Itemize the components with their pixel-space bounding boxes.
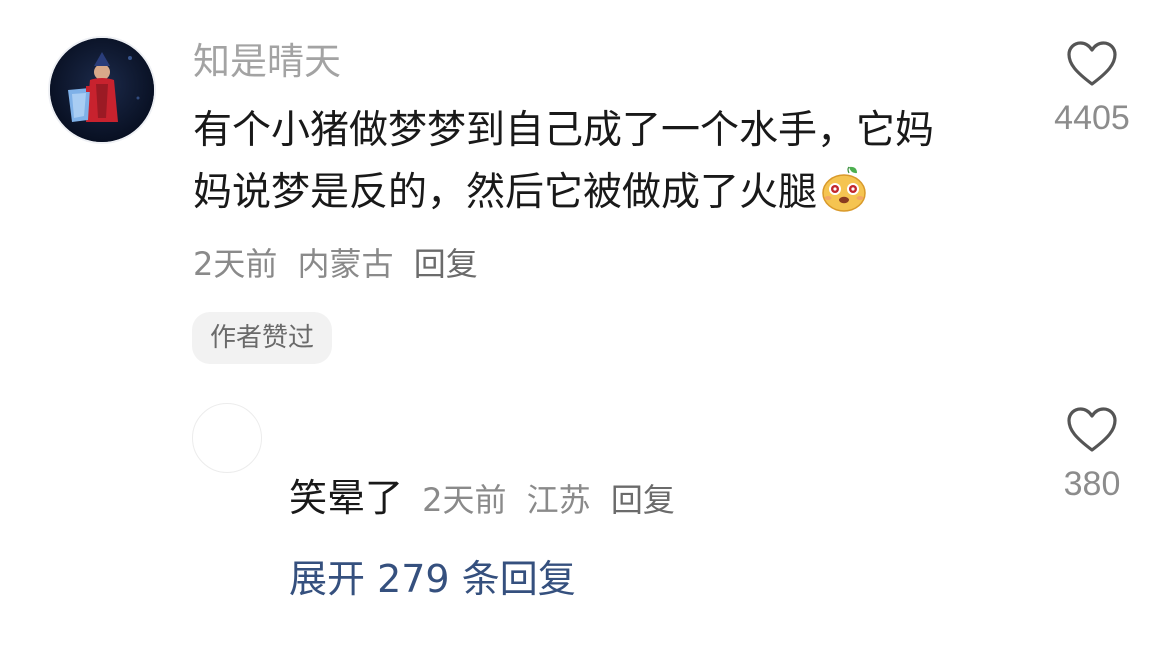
reply-text: 笑晕了 — [289, 476, 404, 520]
avatar-photo — [50, 38, 154, 142]
reply-avatar[interactable] — [192, 403, 262, 473]
comment-text-line-1: 有个小猪做梦梦到自己成了一个水手，它妈 — [193, 108, 935, 153]
comment-location: 内蒙古 — [297, 245, 394, 283]
comment-reply-button[interactable]: 回复 — [414, 245, 478, 283]
commenter-avatar[interactable] — [50, 38, 154, 142]
commenter-username[interactable]: 知是晴天 — [193, 38, 341, 86]
reply-location: 江苏 — [526, 481, 591, 519]
reply-meta: 2天前 江苏 回复 — [422, 481, 675, 519]
reply-row[interactable]: 笑晕了 2天前 江苏 回复 — [289, 472, 675, 532]
reply-reply-button[interactable]: 回复 — [611, 481, 675, 519]
heart-outline-icon[interactable] — [1066, 40, 1118, 88]
reply-like-count: 380 — [1063, 465, 1121, 503]
reply-like[interactable]: 380 — [1037, 406, 1147, 504]
comment-text-line-2: 妈说梦是反的，然后它被做成了火腿 — [193, 162, 1018, 224]
author-liked-badge: 作者赞过 — [192, 312, 333, 364]
pig-face-emoji-icon — [822, 166, 866, 212]
expand-replies-link[interactable]: 展开 279 条回复 — [289, 552, 576, 606]
comment-text[interactable]: 有个小猪做梦梦到自己成了一个水手，它妈 妈说梦是反的，然后它被做成了火腿 — [193, 100, 1018, 224]
heart-outline-icon[interactable] — [1066, 406, 1118, 454]
comment-like[interactable]: 4405 — [1037, 40, 1147, 138]
comment-text-line-2-text: 妈说梦是反的，然后它被做成了火腿 — [193, 170, 818, 215]
comment-like-count: 4405 — [1054, 99, 1130, 137]
comment-meta: 2天前 内蒙古 回复 — [193, 242, 478, 286]
reply-time: 2天前 — [422, 481, 507, 519]
comment-time: 2天前 — [193, 245, 278, 283]
